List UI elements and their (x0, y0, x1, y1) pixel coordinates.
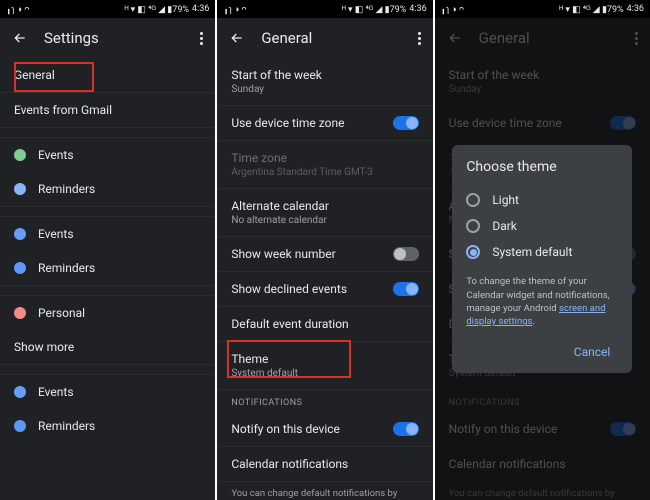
calendar-dot-icon (14, 183, 26, 195)
app-bar: General (217, 18, 432, 58)
calendar-dot-icon (14, 262, 26, 274)
dialog-title: Choose theme (466, 159, 618, 175)
dialog-scrim[interactable]: Choose theme Light Dark System default T… (435, 18, 650, 500)
phone-general: ╻ɿ ◑ ᴖ ᴴ ▾ ◧ ⁴ᴳ ◢ ▮79%4:36 General Start… (217, 0, 432, 500)
settings-list: General Events from Gmail Events Reminde… (0, 58, 215, 443)
row-reminders-1[interactable]: Reminders (0, 172, 215, 207)
toggle-use-tz[interactable] (393, 116, 419, 130)
phone-theme-dialog: ╻ɿ ◑ ᴖ ᴴ ▾ ◧ ⁴ᴳ ◢ ▮79%4:36 General Start… (435, 0, 650, 500)
back-icon[interactable] (12, 30, 28, 46)
row-theme[interactable]: Theme System default (217, 342, 432, 390)
app-bar: Settings (0, 18, 215, 58)
row-personal[interactable]: Personal (0, 296, 215, 330)
row-show-more[interactable]: Show more (0, 330, 215, 365)
calendar-dot-icon (14, 228, 26, 240)
calendar-dot-icon (14, 386, 26, 398)
back-icon[interactable] (229, 30, 245, 46)
row-cal-notif[interactable]: Calendar notifications (217, 447, 432, 482)
page-title: Settings (44, 29, 184, 47)
row-week-num[interactable]: Show week number (217, 237, 432, 272)
toggle-declined[interactable] (393, 282, 419, 296)
row-general[interactable]: General (0, 58, 215, 93)
theme-dialog: Choose theme Light Dark System default T… (452, 145, 632, 372)
cancel-button[interactable]: Cancel (566, 339, 619, 365)
status-bar: ╻ɿ ◑ ᴖ ᴴ ▾ ◧ ⁴ᴳ ◢ ▮79%4:36 (217, 0, 432, 18)
row-duration[interactable]: Default event duration (217, 307, 432, 342)
row-events-2[interactable]: Events (0, 217, 215, 251)
radio-icon (466, 219, 480, 233)
page-title: General (261, 29, 401, 47)
calendar-dot-icon (14, 307, 26, 319)
more-icon[interactable] (200, 32, 203, 45)
calendar-dot-icon (14, 149, 26, 161)
phone-settings: ╻ɿ ◑ ᴖ ᴴ ▾ ◧ ⁴ᴳ ◢ ▮79% 4:36 Settings Gen… (0, 0, 215, 500)
row-declined[interactable]: Show declined events (217, 272, 432, 307)
row-events-3[interactable]: Events (0, 375, 215, 409)
row-reminders-2[interactable]: Reminders (0, 251, 215, 286)
row-events-1[interactable]: Events (0, 138, 215, 172)
notif-hint: You can change default notifications by … (217, 482, 432, 500)
row-notify[interactable]: Notify on this device (217, 412, 432, 447)
radio-system[interactable]: System default (466, 239, 618, 265)
radio-icon (466, 245, 480, 259)
row-use-tz[interactable]: Use device time zone (217, 106, 432, 141)
row-tz: Time zone Argentina Standard Time GMT-3 (217, 141, 432, 189)
radio-icon (466, 193, 480, 207)
more-icon[interactable] (418, 32, 421, 45)
toggle-notify[interactable] (393, 422, 419, 436)
general-list: Start of the week Sunday Use device time… (217, 58, 432, 500)
dialog-message: To change the theme of your Calendar wid… (466, 275, 618, 328)
row-start-week[interactable]: Start of the week Sunday (217, 58, 432, 106)
row-reminders-3[interactable]: Reminders (0, 409, 215, 443)
notifications-header: NOTIFICATIONS (217, 390, 432, 412)
calendar-dot-icon (14, 420, 26, 432)
status-bar: ╻ɿ ◑ ᴖ ᴴ ▾ ◧ ⁴ᴳ ◢ ▮79% 4:36 (0, 0, 215, 18)
radio-dark[interactable]: Dark (466, 213, 618, 239)
toggle-week-num[interactable] (393, 247, 419, 261)
status-bar: ╻ɿ ◑ ᴖ ᴴ ▾ ◧ ⁴ᴳ ◢ ▮79%4:36 (435, 0, 650, 18)
row-events-gmail[interactable]: Events from Gmail (0, 93, 215, 128)
row-alt-cal[interactable]: Alternate calendar No alternate calendar (217, 189, 432, 237)
radio-light[interactable]: Light (466, 187, 618, 213)
